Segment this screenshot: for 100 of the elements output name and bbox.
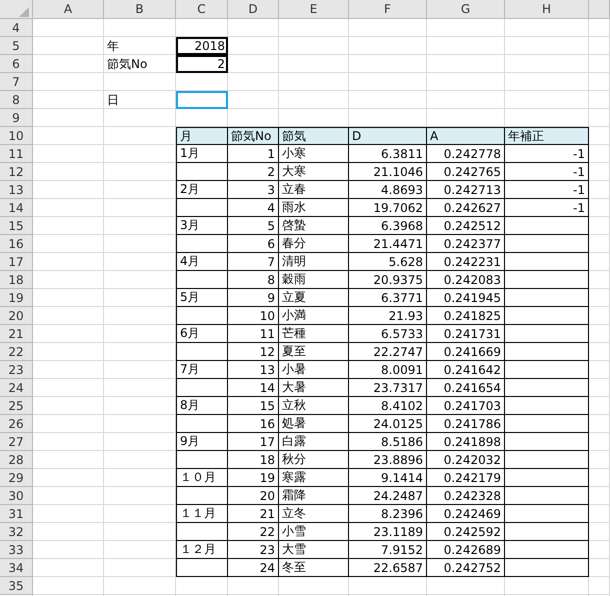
row-header[interactable]: 14 [0, 199, 33, 217]
table-cell: 9月 [176, 433, 228, 451]
row-header[interactable]: 8 [0, 91, 33, 109]
row-header[interactable]: 28 [0, 451, 33, 469]
table-cell: 0.242377 [427, 235, 505, 253]
row-header[interactable]: 32 [0, 523, 33, 541]
row-header[interactable]: 6 [0, 55, 33, 73]
table-cell: 5.628 [349, 253, 427, 271]
row-header[interactable]: 16 [0, 235, 33, 253]
column-header[interactable]: A [33, 0, 104, 19]
table-cell: -1 [505, 199, 589, 217]
table-cell: 21.4471 [349, 235, 427, 253]
row-header[interactable]: 29 [0, 469, 33, 487]
table-cell: 6.5733 [349, 325, 427, 343]
table-cell: 11 [228, 325, 279, 343]
table-cell: 夏至 [279, 343, 349, 361]
table-cell: 5月 [176, 289, 228, 307]
row-header[interactable]: 27 [0, 433, 33, 451]
table-cell: 小雪 [279, 523, 349, 541]
table-cell: 8.4102 [349, 397, 427, 415]
row-header[interactable]: 4 [0, 19, 33, 37]
table-cell: 12 [228, 343, 279, 361]
table-cell [176, 163, 228, 181]
row-header[interactable]: 11 [0, 145, 33, 163]
table-cell: 0.241731 [427, 325, 505, 343]
table-cell: 24 [228, 559, 279, 577]
row-header[interactable]: 26 [0, 415, 33, 433]
row-header[interactable]: 24 [0, 379, 33, 397]
table-cell: 0.242627 [427, 199, 505, 217]
table-cell: 3 [228, 181, 279, 199]
column-header[interactable]: G [427, 0, 505, 19]
row-header[interactable]: 22 [0, 343, 33, 361]
row-header[interactable]: 31 [0, 505, 33, 523]
table-cell: 15 [228, 397, 279, 415]
table-cell: 0.242765 [427, 163, 505, 181]
table-cell: 19.7062 [349, 199, 427, 217]
table-cell: 19 [228, 469, 279, 487]
table-cell: 0.241786 [427, 415, 505, 433]
table-cell: 0.242512 [427, 217, 505, 235]
table-cell: 芒種 [279, 325, 349, 343]
table-cell: 6.3811 [349, 145, 427, 163]
triangle-icon [19, 7, 29, 17]
column-header[interactable]: H [505, 0, 589, 19]
table-cell: 4.8693 [349, 181, 427, 199]
table-cell: 小暑 [279, 361, 349, 379]
row-header[interactable]: 17 [0, 253, 33, 271]
row-header[interactable]: 25 [0, 397, 33, 415]
row-header[interactable]: 13 [0, 181, 33, 199]
row-header[interactable]: 18 [0, 271, 33, 289]
table-cell: 18 [228, 451, 279, 469]
table-cell: 3月 [176, 217, 228, 235]
column-header[interactable]: E [279, 0, 349, 19]
table-cell: 23.7317 [349, 379, 427, 397]
table-cell: 1月 [176, 145, 228, 163]
input-cell[interactable]: 2 [176, 55, 228, 73]
table-cell: 23 [228, 541, 279, 559]
select-all-corner[interactable] [0, 0, 33, 19]
row-header[interactable]: 23 [0, 361, 33, 379]
column-header[interactable]: D [228, 0, 279, 19]
table-cell [176, 235, 228, 253]
table-cell [176, 379, 228, 397]
table-cell: 20.9375 [349, 271, 427, 289]
table-cell: 9 [228, 289, 279, 307]
row-header[interactable]: 35 [0, 577, 33, 595]
table-cell: 24.2487 [349, 487, 427, 505]
table-cell: 14 [228, 379, 279, 397]
table-cell: 白露 [279, 433, 349, 451]
table-cell: １１月 [176, 505, 228, 523]
table-cell: 10 [228, 307, 279, 325]
column-header[interactable]: F [349, 0, 427, 19]
column-header[interactable] [589, 0, 610, 19]
row-header[interactable]: 20 [0, 307, 33, 325]
row-header[interactable]: 21 [0, 325, 33, 343]
row-header[interactable]: 10 [0, 127, 33, 145]
table-cell: 4 [228, 199, 279, 217]
row-header[interactable]: 7 [0, 73, 33, 91]
row-header[interactable]: 15 [0, 217, 33, 235]
column-header[interactable]: B [104, 0, 176, 19]
table-cell: 大暑 [279, 379, 349, 397]
table-cell: -1 [505, 163, 589, 181]
table-cell: 0.241825 [427, 307, 505, 325]
input-cell[interactable]: 2018 [176, 37, 228, 55]
row-header[interactable]: 34 [0, 559, 33, 577]
row-header[interactable]: 30 [0, 487, 33, 505]
table-cell: 0.242032 [427, 451, 505, 469]
table-cell: 8 [228, 271, 279, 289]
column-header[interactable]: C [176, 0, 228, 19]
table-cell: 0.242083 [427, 271, 505, 289]
row-header[interactable]: 5 [0, 37, 33, 55]
table-header-cell: 月 [176, 127, 228, 145]
table-cell: 春分 [279, 235, 349, 253]
row-header[interactable]: 33 [0, 541, 33, 559]
row-header[interactable]: 19 [0, 289, 33, 307]
table-header-cell: 節気No [228, 127, 279, 145]
table-cell [176, 271, 228, 289]
selected-cell[interactable] [176, 91, 228, 109]
table-cell: １２月 [176, 541, 228, 559]
row-header[interactable]: 12 [0, 163, 33, 181]
row-header[interactable]: 9 [0, 109, 33, 127]
table-cell: 2月 [176, 181, 228, 199]
